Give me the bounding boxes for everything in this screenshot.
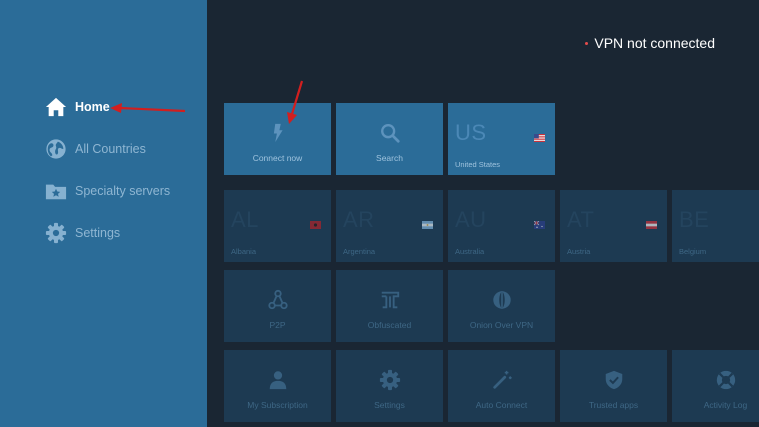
sidebar-item-label: All Countries	[75, 142, 146, 156]
country-tile-ar[interactable]: AR Argentina	[336, 190, 443, 262]
sidebar-item-specialty-servers[interactable]: Specialty servers	[45, 179, 170, 203]
auto-connect-tile[interactable]: Auto Connect	[448, 350, 555, 422]
activity-log-tile[interactable]: Activity Log	[672, 350, 759, 422]
country-tile-us[interactable]: US United States	[448, 103, 555, 175]
gear-icon	[45, 222, 67, 244]
shield-check-icon	[605, 370, 622, 390]
argentina-flag-icon	[422, 221, 433, 229]
my-subscription-tile[interactable]: My Subscription	[224, 350, 331, 422]
onion-icon	[492, 291, 511, 309]
country-tile-au[interactable]: AU Australia	[448, 190, 555, 262]
lifebuoy-icon	[716, 370, 735, 390]
home-icon	[45, 97, 67, 117]
albania-flag-icon	[310, 221, 321, 229]
vpn-status: VPN not connected	[585, 35, 715, 51]
australia-flag-icon	[534, 221, 545, 229]
country-code: US	[455, 120, 487, 145]
austria-flag-icon	[646, 221, 657, 229]
search-tile[interactable]: Search	[336, 103, 443, 175]
country-name: United States	[455, 160, 501, 169]
country-name: Australia	[455, 247, 485, 256]
onion-over-vpn-tile[interactable]: Onion Over VPN	[448, 270, 555, 342]
settings-tile-label: Settings	[374, 400, 405, 410]
country-code: AR	[343, 207, 375, 232]
sidebar-item-label: Specialty servers	[75, 184, 171, 198]
sidebar-item-label: Settings	[75, 226, 121, 240]
magic-wand-icon	[492, 370, 512, 389]
country-name: Austria	[567, 247, 591, 256]
country-tile-al[interactable]: AL Albania	[224, 190, 331, 262]
activity-log-label: Activity Log	[703, 400, 748, 410]
country-tile-be[interactable]: BE Belgium	[672, 190, 759, 262]
my-subscription-label: My Subscription	[247, 400, 308, 410]
search-label: Search	[376, 153, 403, 163]
country-name: Albania	[231, 247, 257, 256]
vpn-status-text: VPN not connected	[594, 35, 715, 51]
trusted-apps-label: Trusted apps	[588, 400, 639, 410]
country-name: Belgium	[679, 247, 707, 256]
country-code: AL	[231, 207, 259, 232]
obfuscated-tile[interactable]: Obfuscated	[336, 270, 443, 342]
country-code: BE	[679, 207, 710, 232]
p2p-tile[interactable]: P2P	[224, 270, 331, 342]
country-code: AT	[567, 207, 595, 232]
connect-now-label: Connect now	[252, 153, 303, 163]
search-icon	[380, 124, 400, 143]
main-panel: VPN not connected Connect now Search US …	[207, 0, 759, 427]
sidebar: Home All Countries Specialty servers Set…	[0, 0, 207, 427]
onion-over-vpn-label: Onion Over VPN	[469, 320, 534, 330]
country-tile-at[interactable]: AT Austria	[560, 190, 667, 262]
lightning-icon	[273, 123, 283, 143]
obfuscated-label: Obfuscated	[367, 320, 412, 330]
obfuscated-icon	[381, 291, 399, 309]
user-icon	[269, 371, 286, 390]
us-flag-icon	[534, 134, 545, 142]
status-dot-icon	[585, 41, 589, 45]
country-name: Argentina	[343, 247, 376, 256]
sidebar-item-all-countries[interactable]: All Countries	[45, 137, 146, 161]
folder-star-icon	[45, 184, 67, 200]
sidebar-item-settings[interactable]: Settings	[45, 221, 120, 245]
settings-tile[interactable]: Settings	[336, 350, 443, 422]
auto-connect-label: Auto Connect	[475, 400, 528, 410]
connect-now-tile[interactable]: Connect now	[224, 103, 331, 175]
gear-icon	[379, 369, 400, 391]
p2p-label: P2P	[269, 320, 286, 330]
globe-icon	[46, 139, 66, 159]
country-code: AU	[455, 207, 487, 232]
trusted-apps-tile[interactable]: Trusted apps	[560, 350, 667, 422]
p2p-icon	[267, 289, 288, 310]
sidebar-item-label: Home	[75, 100, 110, 114]
sidebar-item-home[interactable]: Home	[45, 95, 110, 119]
